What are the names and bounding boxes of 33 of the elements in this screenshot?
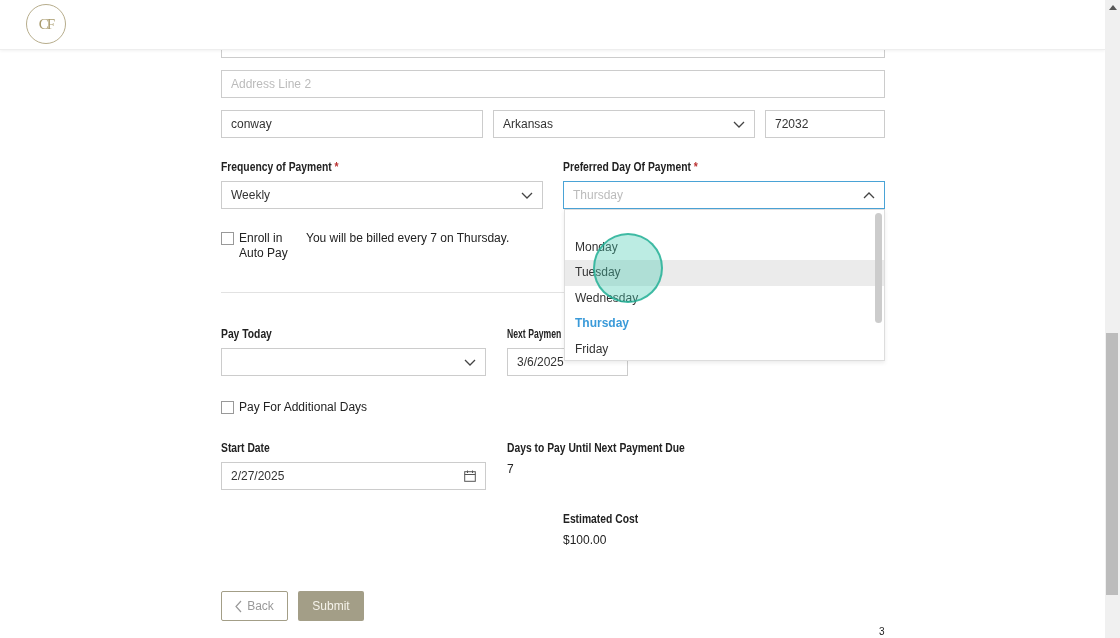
zip-field[interactable]: 72032 [765,110,885,138]
page-number: 3 [879,626,885,637]
billing-note: You will be billed every 7 on Thursday. [306,231,510,245]
chevron-up-icon [863,191,875,199]
field-label: Days to Pay Until Next Payment Due [507,441,685,455]
cost-value: $100.00 [563,533,608,547]
start-date-field[interactable]: 2/27/2025 [221,462,486,490]
days-value: 7 [507,462,515,476]
chevron-down-icon [521,191,533,199]
field-label: Next Paymen [507,327,563,341]
scrollbar[interactable] [1105,0,1120,638]
city-field[interactable]: conway [221,110,483,138]
checkbox-label: Enroll in Auto Pay [239,231,289,261]
checkbox[interactable] [221,401,234,414]
checkbox-label: Pay For Additional Days [239,400,368,415]
address-line-1-field[interactable] [221,50,885,58]
pay-today-dropdown[interactable] [221,348,486,376]
checkbox[interactable] [221,232,234,245]
field-label: Start Date [221,441,270,455]
chevron-left-icon [235,599,243,613]
arrow-up-icon[interactable] [1109,5,1117,10]
frequency-dropdown[interactable]: Weekly [221,181,543,209]
chevron-down-icon [733,120,745,128]
field-label: Frequency of Payment * [221,160,339,174]
scrollbar-thumb[interactable] [1106,333,1118,595]
field-label: Estimated Cost [563,512,639,526]
address-line-2-field[interactable]: Address Line 2 [221,70,885,98]
field-label: Pay Today [221,327,272,341]
scrollbar-thumb[interactable] [875,213,882,323]
chevron-down-icon [464,358,476,366]
calendar-icon[interactable] [464,470,476,482]
state-dropdown[interactable]: Arkansas [493,110,755,138]
field-label: Preferred Day Of Payment * [563,160,698,174]
